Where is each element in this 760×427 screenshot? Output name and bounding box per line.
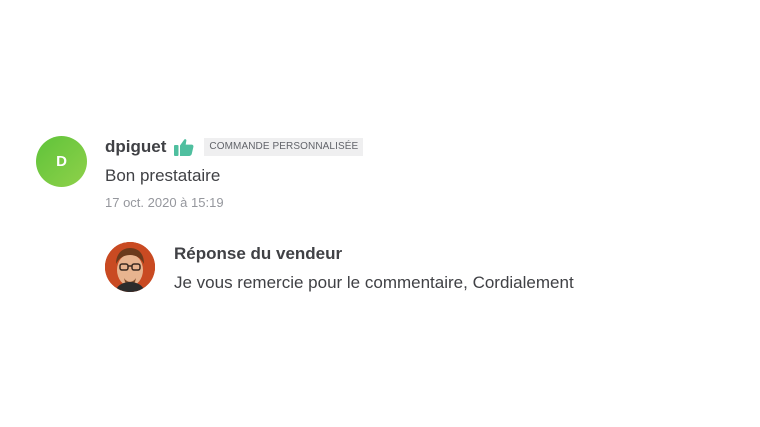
review-body: dpiguet COMMANDE PERSONNALISÉE Bon prest… [105, 134, 725, 212]
review-text: Bon prestataire [105, 166, 221, 185]
thumbs-up-icon [174, 138, 194, 156]
review-date: 17 oct. 2020 à 15:19 [105, 195, 224, 210]
custom-order-badge: COMMANDE PERSONNALISÉE [204, 138, 364, 156]
reviewer-username[interactable]: dpiguet [105, 137, 166, 157]
seller-photo [105, 242, 155, 292]
seller-avatar[interactable] [105, 242, 155, 292]
reply-text: Je vous remercie pour le commentaire, Co… [174, 273, 574, 292]
reply-title: Réponse du vendeur [174, 244, 343, 263]
reviewer-avatar[interactable]: D [36, 136, 87, 187]
reply-body: Réponse du vendeur Je vous remercie pour… [174, 242, 714, 295]
review-header: dpiguet COMMANDE PERSONNALISÉE [105, 134, 725, 160]
